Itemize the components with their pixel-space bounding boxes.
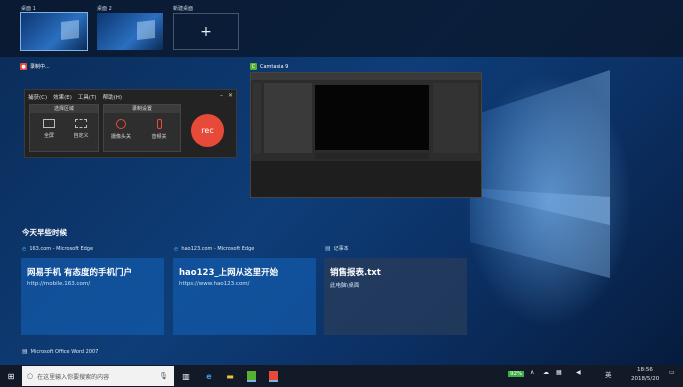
- audio-toggle-label: 音频关: [151, 134, 167, 140]
- recording-settings-group: 录制设置 摄像头关 音频关: [103, 104, 181, 152]
- timeline-heading: 今天早些时候: [22, 228, 67, 237]
- menu-effects[interactable]: 效果(E): [53, 93, 72, 101]
- timeline-card-163[interactable]: 网易手机 有态度的手机门户 http://mobile.163.com/: [21, 258, 164, 335]
- desktop-2-thumbnail[interactable]: [97, 13, 163, 50]
- camtasia-taskbar-icon[interactable]: [245, 369, 257, 383]
- timeline-card-hao123[interactable]: hao123_上网从这里开始 https://www.hao123.com/: [173, 258, 316, 335]
- desktop-2-label: 桌面 2: [97, 6, 112, 12]
- action-center-icon[interactable]: ▭: [669, 369, 675, 376]
- camtasia-tools-panel: [253, 83, 261, 153]
- new-desktop-label: 新建桌面: [173, 6, 194, 12]
- card-1-app: 163.com - Microsoft Edge: [29, 246, 94, 252]
- start-button[interactable]: ⊞: [5, 369, 17, 383]
- audio-toggle-button[interactable]: 音频关: [148, 119, 170, 140]
- desktop-background: 桌面 1 桌面 2 新建桌面 + ● 录制中... 捕获(C) 效果(E) 工具…: [0, 0, 683, 387]
- camtasia-properties-panel: [433, 83, 478, 153]
- camtasia-window-title: Camtasia 9: [260, 63, 289, 70]
- desktop-1-thumbnail[interactable]: [20, 12, 88, 51]
- task-view-icon[interactable]: ▥: [180, 369, 192, 383]
- camtasia-timeline: [251, 161, 481, 197]
- edge-icon: e: [22, 245, 27, 253]
- camtasia-toolbar: [251, 73, 481, 80]
- camera-toggle-button[interactable]: 摄像头关: [110, 119, 132, 140]
- clock-date[interactable]: 2018/5/20: [631, 376, 659, 382]
- card-3-path: 此电脑\桌面: [330, 283, 360, 289]
- volume-icon[interactable]: ◀: [576, 369, 581, 376]
- fullscreen-button[interactable]: 全屏: [38, 119, 60, 139]
- camtasia-recorder-icon: ●: [20, 63, 27, 70]
- next-group-header: ▤ Microsoft Office Word 2007: [22, 348, 98, 355]
- edge-icon: e: [174, 245, 179, 253]
- clock-time[interactable]: 18:56: [637, 367, 653, 373]
- card-3-header: ▤ 记事本: [325, 245, 349, 252]
- card-3-app: 记事本: [333, 246, 349, 252]
- new-desktop-button[interactable]: +: [173, 13, 239, 50]
- ime-indicator[interactable]: 英: [605, 369, 612, 379]
- network-icon[interactable]: ▦: [556, 369, 562, 376]
- camtasia-window[interactable]: [250, 72, 482, 198]
- camera-toggle-label: 摄像头关: [110, 134, 131, 140]
- file-explorer-icon[interactable]: ▬: [224, 369, 236, 383]
- custom-area-button[interactable]: 自定义: [70, 119, 92, 139]
- card-3-title: 销售报表.txt: [330, 268, 381, 278]
- camtasia-media-panel: [264, 83, 312, 153]
- card-2-app: hao123.com - Microsoft Edge: [181, 246, 255, 252]
- recorder-window-title: 录制中...: [30, 64, 50, 70]
- select-area-label: 选择区域: [30, 105, 98, 113]
- monitor-icon: [43, 119, 55, 128]
- microphone-icon[interactable]: 🎙: [159, 372, 168, 380]
- search-icon: ○: [27, 372, 34, 380]
- windows-logo-icon: [137, 20, 155, 40]
- recorder-menu: 捕获(C) 效果(E) 工具(T) 帮助(H): [28, 93, 122, 101]
- fullscreen-label: 全屏: [43, 133, 54, 139]
- word-icon: ▤: [22, 348, 28, 355]
- plus-icon: +: [200, 23, 212, 40]
- camtasia-canvas: [315, 85, 429, 150]
- recorder-window-header[interactable]: ● 录制中...: [20, 63, 50, 70]
- recording-settings-label: 录制设置: [104, 105, 180, 113]
- menu-capture[interactable]: 捕获(C): [28, 93, 47, 101]
- webcam-icon: [116, 119, 126, 129]
- record-button[interactable]: rec: [191, 114, 224, 147]
- menu-tools[interactable]: 工具(T): [78, 93, 97, 101]
- camtasia-window-header[interactable]: C Camtasia 9: [250, 63, 288, 70]
- battery-indicator[interactable]: 92%: [508, 371, 525, 377]
- custom-area-label: 自定义: [73, 133, 89, 139]
- microphone-icon: [156, 119, 162, 129]
- notepad-icon: ▤: [325, 245, 331, 252]
- card-2-title: hao123_上网从这里开始: [179, 268, 279, 278]
- desktop-1-label: 桌面 1: [21, 6, 36, 12]
- select-area-group: 选择区域 全屏 自定义: [29, 104, 99, 152]
- onedrive-icon[interactable]: ☁: [543, 369, 549, 376]
- card-2-url: https://www.hao123.com/: [179, 281, 250, 287]
- wallpaper-beam: [470, 188, 610, 278]
- search-placeholder: 在这里输入你要搜索的内容: [37, 373, 110, 381]
- notification-chevron-icon[interactable]: ∧: [530, 369, 534, 376]
- next-group-app: Microsoft Office Word 2007: [30, 348, 99, 355]
- recorder-taskbar-icon[interactable]: [267, 369, 279, 383]
- card-1-url: http://mobile.163.com/: [27, 281, 91, 287]
- menu-help[interactable]: 帮助(H): [103, 93, 122, 101]
- custom-area-icon: [75, 119, 87, 128]
- edge-taskbar-icon[interactable]: e: [203, 369, 215, 383]
- search-box[interactable]: ○ 在这里输入你要搜索的内容 🎙: [22, 366, 174, 386]
- camtasia-playback-controls: [315, 153, 429, 159]
- timeline-card-notepad[interactable]: 销售报表.txt 此电脑\桌面: [324, 258, 467, 335]
- close-icon[interactable]: ✕: [228, 92, 233, 99]
- minimize-icon[interactable]: –: [220, 92, 223, 99]
- recorder-window-controls: – ✕: [220, 92, 233, 99]
- camtasia-icon: C: [250, 63, 257, 70]
- card-2-header: e hao123.com - Microsoft Edge: [174, 245, 254, 253]
- card-1-title: 网易手机 有态度的手机门户: [27, 268, 132, 278]
- card-1-header: e 163.com - Microsoft Edge: [22, 245, 93, 253]
- windows-logo-icon: [61, 20, 79, 40]
